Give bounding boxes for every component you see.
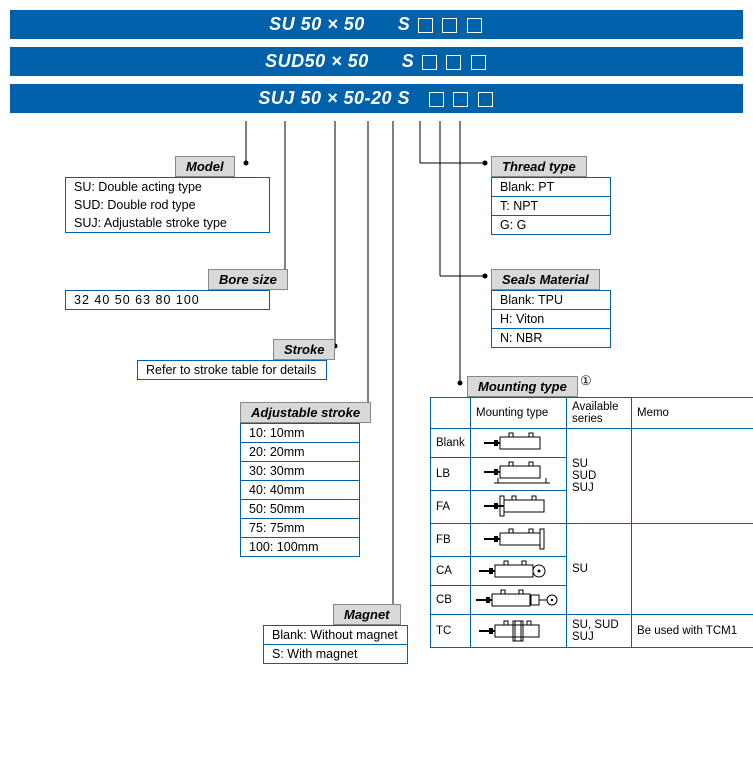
code-slot [418,18,433,33]
seals-row: H: Viton [492,309,610,328]
mt-code: FA [431,491,471,524]
code-slot [422,55,437,70]
bar-s: S [398,14,411,34]
table-row: FB SU [431,524,753,557]
cylinder-cb-icon [476,589,561,611]
thread-row: T: NPT [492,196,610,215]
stroke-box: Refer to stroke table for details [137,360,327,380]
mounting-label: Mounting type [467,376,578,397]
code-slot [453,92,468,107]
magnet-row: S: With magnet [264,644,407,663]
adj-row: 20: 20mm [241,442,359,461]
mt-code: TC [431,615,471,648]
mt-code: Blank [431,429,471,458]
mounting-table: Mounting type Available series Memo Blan… [430,397,753,648]
mt-code: LB [431,458,471,491]
mt-series: SU SUD SUJ [567,429,632,524]
model-row: SUJ: Adjustable stroke type [66,214,269,232]
thread-row: G: G [492,215,610,234]
code-slot [478,92,493,107]
mt-series: SU [567,524,632,615]
bar-text: SU 50 × 50 [269,14,365,34]
mounting-note-icon: ① [580,373,592,389]
thread-row: Blank: PT [492,178,610,196]
adj-row: 10: 10mm [241,424,359,442]
code-slot [429,92,444,107]
magnet-box: Blank: Without magnet S: With magnet [263,625,408,664]
mt-icon-cell [471,557,567,586]
seals-box: Blank: TPU H: Viton N: NBR [491,290,611,348]
cylinder-blank-icon [484,432,554,454]
table-row: TC SU, SUD SUJ Be used with TCM1 [431,615,753,648]
mt-code: CA [431,557,471,586]
code-slot [446,55,461,70]
seals-label: Seals Material [491,269,600,290]
mt-icon-cell [471,491,567,524]
seals-row: N: NBR [492,328,610,347]
seals-row: Blank: TPU [492,291,610,309]
adj-row: 50: 50mm [241,499,359,518]
bar-text: SUD50 × 50 [265,51,369,71]
mt-code: FB [431,524,471,557]
adj-row: 40: 40mm [241,480,359,499]
cylinder-tc-icon [479,618,559,644]
code-bar-sud: SUD50 × 50 S [10,47,743,76]
bore-values: 32 40 50 63 80 100 [66,291,269,309]
code-bar-su: SU 50 × 50 S [10,10,743,39]
bar-s: S [402,51,415,71]
stroke-text: Refer to stroke table for details [138,361,326,379]
adjstroke-box: 10: 10mm 20: 20mm 30: 30mm 40: 40mm 50: … [240,423,360,557]
table-header-row: Mounting type Available series Memo [431,398,753,429]
model-row: SU: Double acting type [66,178,269,196]
adj-row: 100: 100mm [241,537,359,556]
bore-label: Bore size [208,269,288,290]
mt-icon-cell [471,524,567,557]
code-slot [471,55,486,70]
mounting-h1: Mounting type [471,398,567,429]
adj-row: 75: 75mm [241,518,359,537]
model-row: SUD: Double rod type [66,196,269,214]
magnet-row: Blank: Without magnet [264,626,407,644]
code-slot [467,18,482,33]
mounting-h2: Available series [567,398,632,429]
table-row: Blank SU SUD SUJ [431,429,753,458]
mt-icon-cell [471,586,567,615]
stroke-label: Stroke [273,339,335,360]
code-bar-suj: SUJ 50 × 50-20 S [10,84,743,113]
cylinder-fa-icon [484,494,554,520]
cylinder-lb-icon [484,461,554,487]
cylinder-ca-icon [479,560,559,582]
mounting-h3: Memo [632,398,753,429]
adjstroke-label: Adjustable stroke [240,402,371,423]
ordering-diagram: Model SU: Double acting type SUD: Double… [10,121,743,741]
mt-icon-cell [471,458,567,491]
mt-icon-cell [471,615,567,648]
thread-box: Blank: PT T: NPT G: G [491,177,611,235]
model-label: Model [175,156,235,177]
model-box: SU: Double acting type SUD: Double rod t… [65,177,270,233]
adj-row: 30: 30mm [241,461,359,480]
mt-memo: Be used with TCM1 [632,615,753,648]
thread-label: Thread type [491,156,587,177]
bar-text: SUJ 50 × 50-20 S [258,88,410,108]
magnet-label: Magnet [333,604,401,625]
cylinder-fb-icon [484,527,554,553]
code-slot [442,18,457,33]
mt-code: CB [431,586,471,615]
mt-icon-cell [471,429,567,458]
mt-series: SU, SUD SUJ [567,615,632,648]
bore-box: 32 40 50 63 80 100 [65,290,270,310]
